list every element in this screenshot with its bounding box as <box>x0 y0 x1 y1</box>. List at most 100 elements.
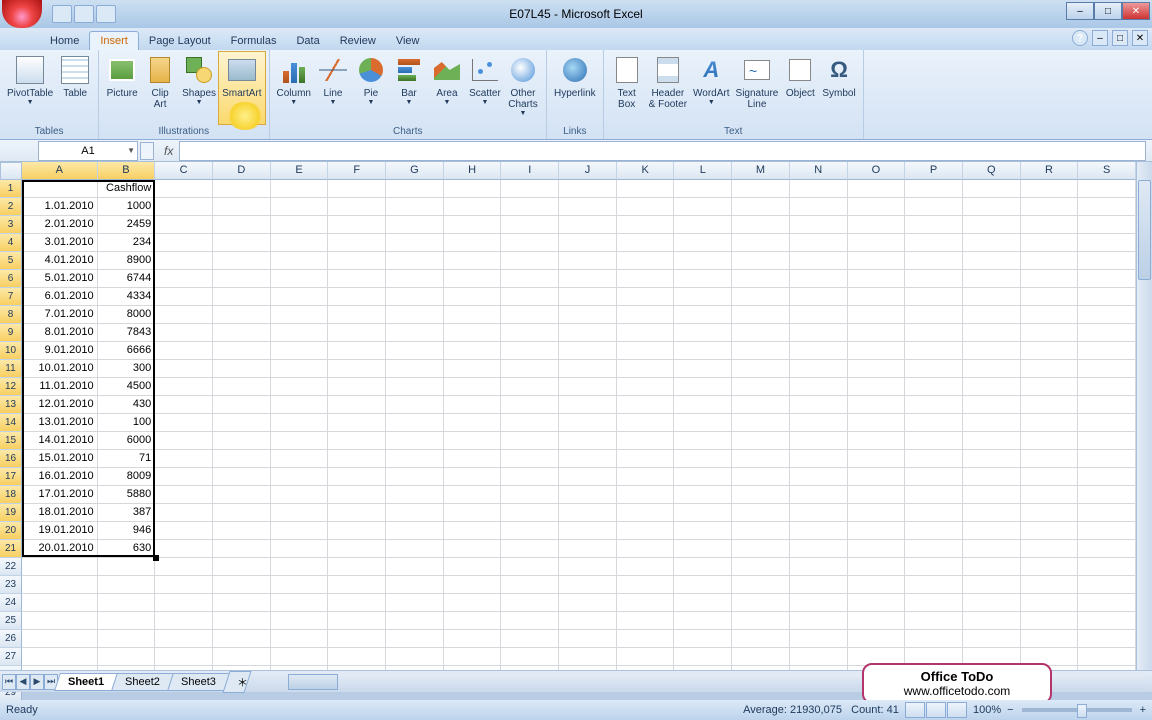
row-header-25[interactable]: 25 <box>0 612 22 630</box>
cell-N7[interactable] <box>790 288 848 306</box>
cell-O23[interactable] <box>848 576 906 594</box>
cell-L18[interactable] <box>674 486 732 504</box>
cell-D25[interactable] <box>213 612 271 630</box>
close-workbook-button[interactable]: ✕ <box>1132 30 1148 46</box>
close-button[interactable]: ✕ <box>1122 2 1150 20</box>
cell-N27[interactable] <box>790 648 848 666</box>
cell-K13[interactable] <box>617 396 675 414</box>
cell-Q13[interactable] <box>963 396 1021 414</box>
sheet-tab-1[interactable]: Sheet1 <box>54 673 118 691</box>
cell-B22[interactable] <box>98 558 156 576</box>
cell-A26[interactable] <box>22 630 98 648</box>
cell-M15[interactable] <box>732 432 790 450</box>
cell-C27[interactable] <box>155 648 213 666</box>
cells-area[interactable]: Cashflow1.01.201010002.01.201024593.01.2… <box>22 180 1136 670</box>
cell-B10[interactable]: 6666 <box>98 342 156 360</box>
cell-J15[interactable] <box>559 432 617 450</box>
cell-P12[interactable] <box>905 378 963 396</box>
cell-M24[interactable] <box>732 594 790 612</box>
cell-S9[interactable] <box>1078 324 1136 342</box>
cell-H8[interactable] <box>444 306 502 324</box>
cell-N4[interactable] <box>790 234 848 252</box>
smartart-button[interactable]: SmartArt <box>219 52 264 124</box>
cell-R15[interactable] <box>1021 432 1079 450</box>
cell-R9[interactable] <box>1021 324 1079 342</box>
scrollbar-thumb[interactable] <box>1138 180 1151 280</box>
tab-insert[interactable]: Insert <box>89 31 139 50</box>
cell-M27[interactable] <box>732 648 790 666</box>
cell-A5[interactable]: 4.01.2010 <box>22 252 98 270</box>
cell-E16[interactable] <box>271 450 329 468</box>
cell-N5[interactable] <box>790 252 848 270</box>
cell-F4[interactable] <box>328 234 386 252</box>
cell-S8[interactable] <box>1078 306 1136 324</box>
cell-L6[interactable] <box>674 270 732 288</box>
cell-J1[interactable] <box>559 180 617 198</box>
office-button[interactable] <box>2 0 42 28</box>
cell-N14[interactable] <box>790 414 848 432</box>
cell-G11[interactable] <box>386 360 444 378</box>
column-header-O[interactable]: O <box>848 162 906 180</box>
cell-L27[interactable] <box>674 648 732 666</box>
cell-O12[interactable] <box>848 378 906 396</box>
header-footer-button[interactable]: Header & Footer <box>646 52 690 124</box>
cell-H25[interactable] <box>444 612 502 630</box>
cell-J13[interactable] <box>559 396 617 414</box>
cell-G14[interactable] <box>386 414 444 432</box>
cell-C13[interactable] <box>155 396 213 414</box>
cell-L8[interactable] <box>674 306 732 324</box>
cell-P17[interactable] <box>905 468 963 486</box>
picture-button[interactable]: Picture <box>103 52 141 124</box>
cell-P20[interactable] <box>905 522 963 540</box>
cell-G25[interactable] <box>386 612 444 630</box>
cell-C8[interactable] <box>155 306 213 324</box>
cell-Q18[interactable] <box>963 486 1021 504</box>
column-chart-button[interactable]: Column ▼ <box>274 52 314 124</box>
cell-Q15[interactable] <box>963 432 1021 450</box>
cell-E8[interactable] <box>271 306 329 324</box>
cell-F24[interactable] <box>328 594 386 612</box>
column-header-R[interactable]: R <box>1021 162 1079 180</box>
cell-G4[interactable] <box>386 234 444 252</box>
cell-I14[interactable] <box>501 414 559 432</box>
cell-E1[interactable] <box>271 180 329 198</box>
cell-L13[interactable] <box>674 396 732 414</box>
cell-F5[interactable] <box>328 252 386 270</box>
cell-P10[interactable] <box>905 342 963 360</box>
cell-A14[interactable]: 13.01.2010 <box>22 414 98 432</box>
cell-I13[interactable] <box>501 396 559 414</box>
row-header-23[interactable]: 23 <box>0 576 22 594</box>
column-header-C[interactable]: C <box>155 162 213 180</box>
page-break-view-button[interactable] <box>947 702 967 718</box>
cell-Q2[interactable] <box>963 198 1021 216</box>
cell-H17[interactable] <box>444 468 502 486</box>
cell-N18[interactable] <box>790 486 848 504</box>
cell-C9[interactable] <box>155 324 213 342</box>
cell-R25[interactable] <box>1021 612 1079 630</box>
cell-A12[interactable]: 11.01.2010 <box>22 378 98 396</box>
cell-B17[interactable]: 8009 <box>98 468 156 486</box>
cell-Q23[interactable] <box>963 576 1021 594</box>
cell-B14[interactable]: 100 <box>98 414 156 432</box>
cell-S3[interactable] <box>1078 216 1136 234</box>
cell-A9[interactable]: 8.01.2010 <box>22 324 98 342</box>
cell-G13[interactable] <box>386 396 444 414</box>
cell-A13[interactable]: 12.01.2010 <box>22 396 98 414</box>
cell-P11[interactable] <box>905 360 963 378</box>
name-box[interactable]: A1 ▼ <box>38 141 138 161</box>
cell-A10[interactable]: 9.01.2010 <box>22 342 98 360</box>
cell-L16[interactable] <box>674 450 732 468</box>
cell-D24[interactable] <box>213 594 271 612</box>
cell-J5[interactable] <box>559 252 617 270</box>
column-header-M[interactable]: M <box>732 162 790 180</box>
cell-H18[interactable] <box>444 486 502 504</box>
cell-A2[interactable]: 1.01.2010 <box>22 198 98 216</box>
cell-R19[interactable] <box>1021 504 1079 522</box>
cell-H10[interactable] <box>444 342 502 360</box>
cell-S26[interactable] <box>1078 630 1136 648</box>
cell-P24[interactable] <box>905 594 963 612</box>
cell-A6[interactable]: 5.01.2010 <box>22 270 98 288</box>
cell-A11[interactable]: 10.01.2010 <box>22 360 98 378</box>
cell-A24[interactable] <box>22 594 98 612</box>
cell-N2[interactable] <box>790 198 848 216</box>
